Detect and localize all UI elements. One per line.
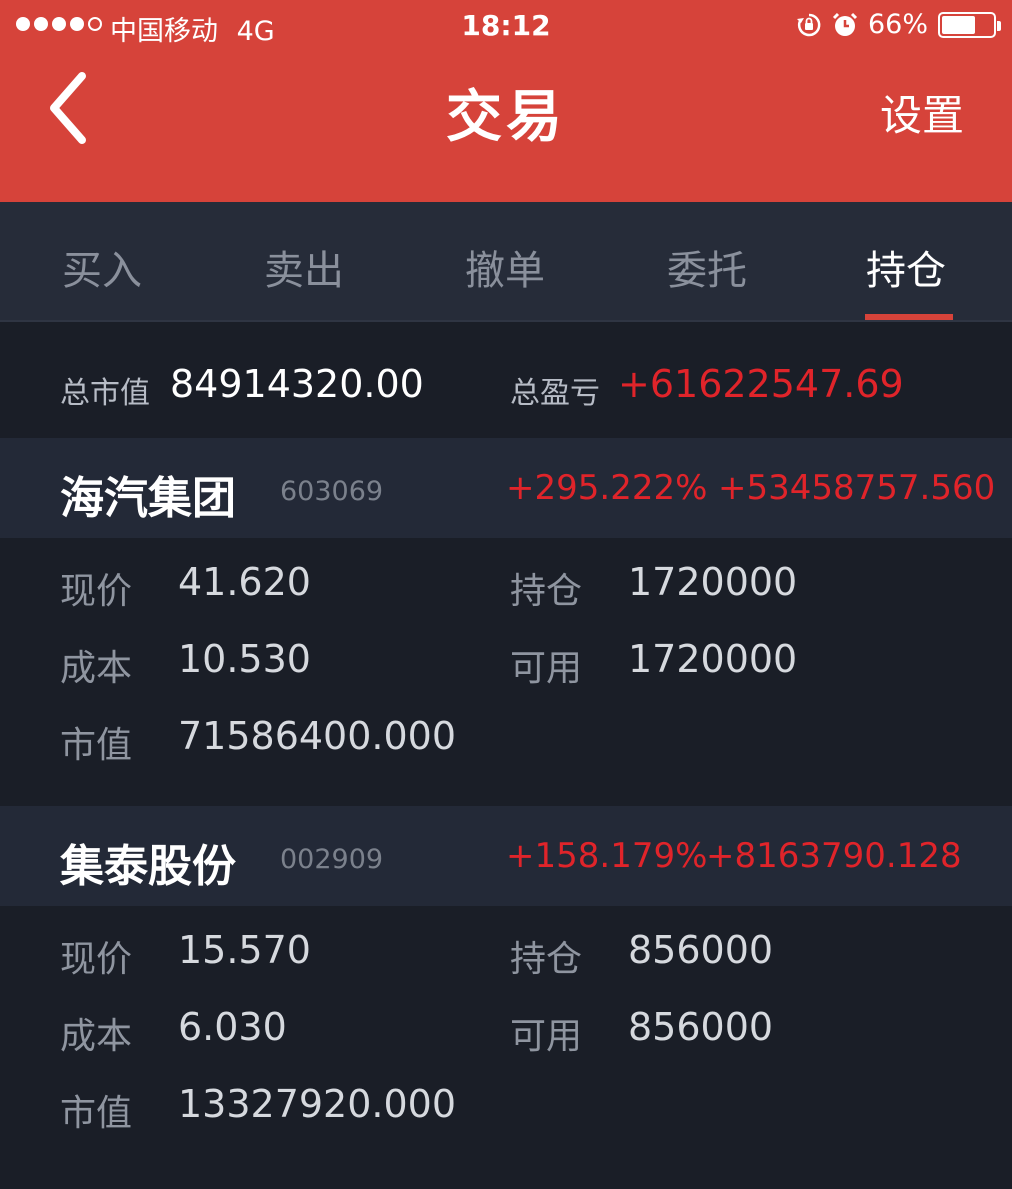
page-title: 交易 bbox=[446, 85, 566, 150]
status-right: 66% bbox=[796, 9, 1001, 40]
holding-qty: 856000 bbox=[628, 928, 774, 972]
market-value: 71586400.000 bbox=[178, 714, 457, 758]
available-label: 可用 bbox=[510, 648, 583, 689]
tab-holdings[interactable]: 持仓 bbox=[866, 238, 946, 296]
trade-tabs: 买入 卖出 撤单 委托 持仓 bbox=[0, 202, 1012, 322]
position-header[interactable]: 集泰股份 002909 +158.179% +8163790.128 bbox=[0, 806, 1012, 906]
position-header[interactable]: 海汽集团 603069 +295.222% +53458757.560 bbox=[0, 438, 1012, 538]
total-market-value: 84914320.00 bbox=[170, 362, 424, 406]
total-profit: +61622547.69 bbox=[618, 362, 904, 406]
available-qty: 856000 bbox=[628, 1005, 774, 1049]
available-label: 可用 bbox=[510, 1016, 583, 1057]
market-value-label: 市值 bbox=[60, 725, 133, 766]
total-profit-label: 总盈亏 bbox=[510, 376, 600, 411]
market-value: 13327920.000 bbox=[178, 1082, 457, 1126]
battery-percent: 66% bbox=[867, 9, 928, 40]
stock-code: 002909 bbox=[280, 844, 384, 875]
tab-buy[interactable]: 买入 bbox=[62, 238, 142, 296]
market-value-label: 市值 bbox=[60, 1093, 133, 1134]
stock-profit-percent: +295.222% bbox=[506, 468, 708, 508]
holding-qty: 1720000 bbox=[628, 560, 798, 604]
current-price: 41.620 bbox=[178, 560, 311, 604]
holding-label: 持仓 bbox=[510, 939, 583, 980]
position-details: 现价 41.620 持仓 1720000 成本 10.530 可用 172000… bbox=[0, 538, 1012, 808]
active-tab-indicator bbox=[865, 314, 953, 320]
battery-fill bbox=[942, 15, 975, 34]
position-details: 现价 15.570 持仓 856000 成本 6.030 可用 856000 市… bbox=[0, 906, 1012, 1176]
stock-profit-percent: +158.179% bbox=[506, 836, 708, 876]
stock-name: 海汽集团 bbox=[60, 473, 236, 524]
cost-label: 成本 bbox=[60, 648, 133, 689]
tab-sell[interactable]: 卖出 bbox=[264, 238, 344, 296]
stock-profit-amount: +53458757.560 bbox=[718, 468, 996, 508]
holding-label: 持仓 bbox=[510, 571, 583, 612]
settings-button[interactable]: 设置 bbox=[880, 82, 964, 143]
status-bar: 中国移动 4G 18:12 66% bbox=[0, 0, 1012, 52]
available-qty: 1720000 bbox=[628, 637, 798, 681]
total-market-value-label: 总市值 bbox=[60, 376, 150, 411]
current-price: 15.570 bbox=[178, 928, 311, 972]
alarm-icon bbox=[832, 12, 858, 36]
stock-name: 集泰股份 bbox=[60, 841, 236, 892]
price-label: 现价 bbox=[60, 571, 133, 612]
price-label: 现价 bbox=[60, 939, 133, 980]
cost-label: 成本 bbox=[60, 1016, 133, 1057]
battery-icon bbox=[938, 11, 1001, 38]
tab-cancel[interactable]: 撤单 bbox=[465, 238, 545, 296]
cost-price: 10.530 bbox=[178, 637, 311, 681]
rotation-lock-icon bbox=[796, 13, 821, 36]
account-summary: 总市值 84914320.00 总盈亏 +61622547.69 bbox=[0, 324, 1012, 436]
cost-price: 6.030 bbox=[178, 1005, 287, 1049]
app-header: 中国移动 4G 18:12 66% 交易 设置 bbox=[0, 0, 1012, 202]
tab-orders[interactable]: 委托 bbox=[667, 238, 747, 296]
stock-profit-amount: +8163790.128 bbox=[706, 836, 962, 876]
stock-code: 603069 bbox=[280, 476, 384, 507]
